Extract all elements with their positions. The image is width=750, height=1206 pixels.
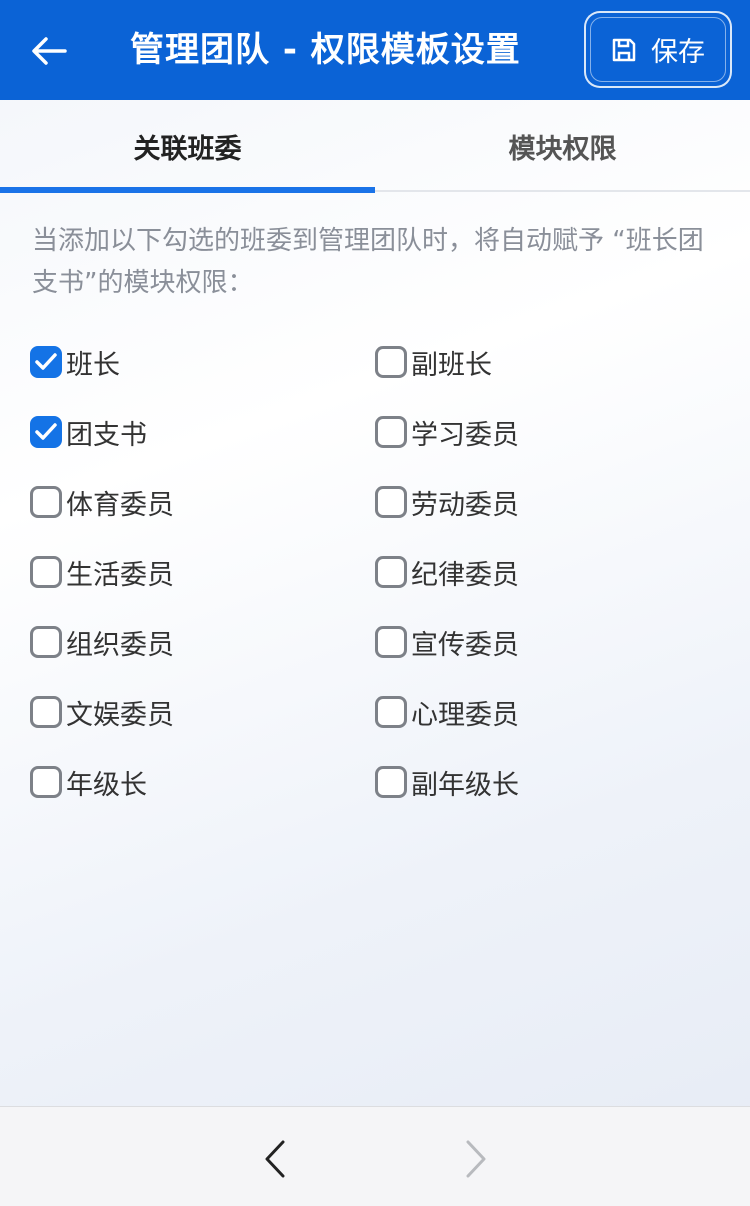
checkbox-role-7[interactable]: 纪律委员 — [375, 550, 519, 594]
back-button[interactable] — [24, 26, 74, 76]
checkbox-role-3[interactable]: 学习委员 — [375, 410, 519, 454]
checkbox-icon — [375, 556, 407, 588]
checkbox-role-6[interactable]: 生活委员 — [30, 550, 174, 594]
active-tab-indicator — [0, 187, 375, 193]
checkbox-role-10[interactable]: 文娱委员 — [30, 690, 174, 734]
chevron-right-icon — [466, 1140, 486, 1178]
checkbox-role-13[interactable]: 副年级长 — [375, 760, 519, 804]
checkbox-icon — [375, 346, 407, 378]
browser-nav-bar — [0, 1106, 750, 1206]
chevron-left-icon — [265, 1140, 285, 1178]
checkbox-role-9[interactable]: 宣传委员 — [375, 620, 519, 664]
checkbox-icon — [30, 696, 62, 728]
checkbox-icon — [30, 486, 62, 518]
checkbox-icon — [375, 696, 407, 728]
checkbox-label: 学习委员 — [411, 419, 519, 451]
checkbox-label: 心理委员 — [411, 699, 519, 731]
tab-module-permissions[interactable]: 模块权限 — [375, 100, 750, 192]
checkbox-icon — [30, 556, 62, 588]
checkbox-icon — [30, 766, 62, 798]
checkbox-icon — [375, 486, 407, 518]
checkbox-icon — [375, 626, 407, 658]
checkbox-role-8[interactable]: 组织委员 — [30, 620, 174, 664]
nav-forward-button[interactable] — [456, 1137, 496, 1181]
page-title: 管理团队 - 权限模板设置 — [130, 30, 521, 70]
checkbox-label: 团支书 — [66, 419, 147, 451]
checkbox-role-12[interactable]: 年级长 — [30, 760, 147, 804]
checkbox-label: 文娱委员 — [66, 699, 174, 731]
checkbox-role-11[interactable]: 心理委员 — [375, 690, 519, 734]
checkbox-label: 年级长 — [66, 769, 147, 801]
checkbox-label: 副班长 — [411, 349, 492, 381]
checkbox-label: 副年级长 — [411, 769, 519, 801]
tab-label: 模块权限 — [508, 133, 617, 165]
checkbox-role-2[interactable]: 团支书 — [30, 410, 147, 454]
tab-related-committee[interactable]: 关联班委 — [0, 100, 375, 192]
tab-bar: 关联班委 模块权限 — [0, 100, 750, 193]
checkbox-label: 宣传委员 — [411, 629, 519, 661]
app-header: 管理团队 - 权限模板设置 保存 — [0, 0, 750, 100]
floppy-disk-icon — [612, 38, 636, 61]
checkbox-label: 生活委员 — [66, 559, 174, 591]
checkbox-checked-icon — [30, 416, 62, 448]
checkbox-role-1[interactable]: 副班长 — [375, 340, 492, 384]
checkbox-role-4[interactable]: 体育委员 — [30, 480, 174, 524]
checkbox-icon — [30, 626, 62, 658]
description-text: 当添加以下勾选的班委到管理团队时，将自动赋予 “班长团支书”的模块权限： — [32, 226, 704, 298]
checkmark-icon — [35, 423, 57, 440]
checkbox-label: 班长 — [66, 349, 120, 381]
checkbox-label: 组织委员 — [66, 629, 174, 661]
checkbox-role-0[interactable]: 班长 — [30, 340, 120, 384]
checkbox-label: 体育委员 — [66, 489, 174, 521]
save-button-label: 保存 — [651, 37, 705, 68]
checkbox-role-5[interactable]: 劳动委员 — [375, 480, 519, 524]
checkmark-icon — [35, 353, 57, 370]
checkbox-label: 纪律委员 — [411, 559, 519, 591]
checkbox-checked-icon — [30, 346, 62, 378]
tab-label: 关联班委 — [133, 133, 242, 165]
checkbox-icon — [375, 766, 407, 798]
checkbox-label: 劳动委员 — [411, 489, 519, 521]
save-button[interactable]: 保存 — [584, 11, 732, 88]
arrow-left-icon — [32, 37, 67, 65]
nav-back-button[interactable] — [255, 1137, 295, 1181]
checkbox-icon — [375, 416, 407, 448]
